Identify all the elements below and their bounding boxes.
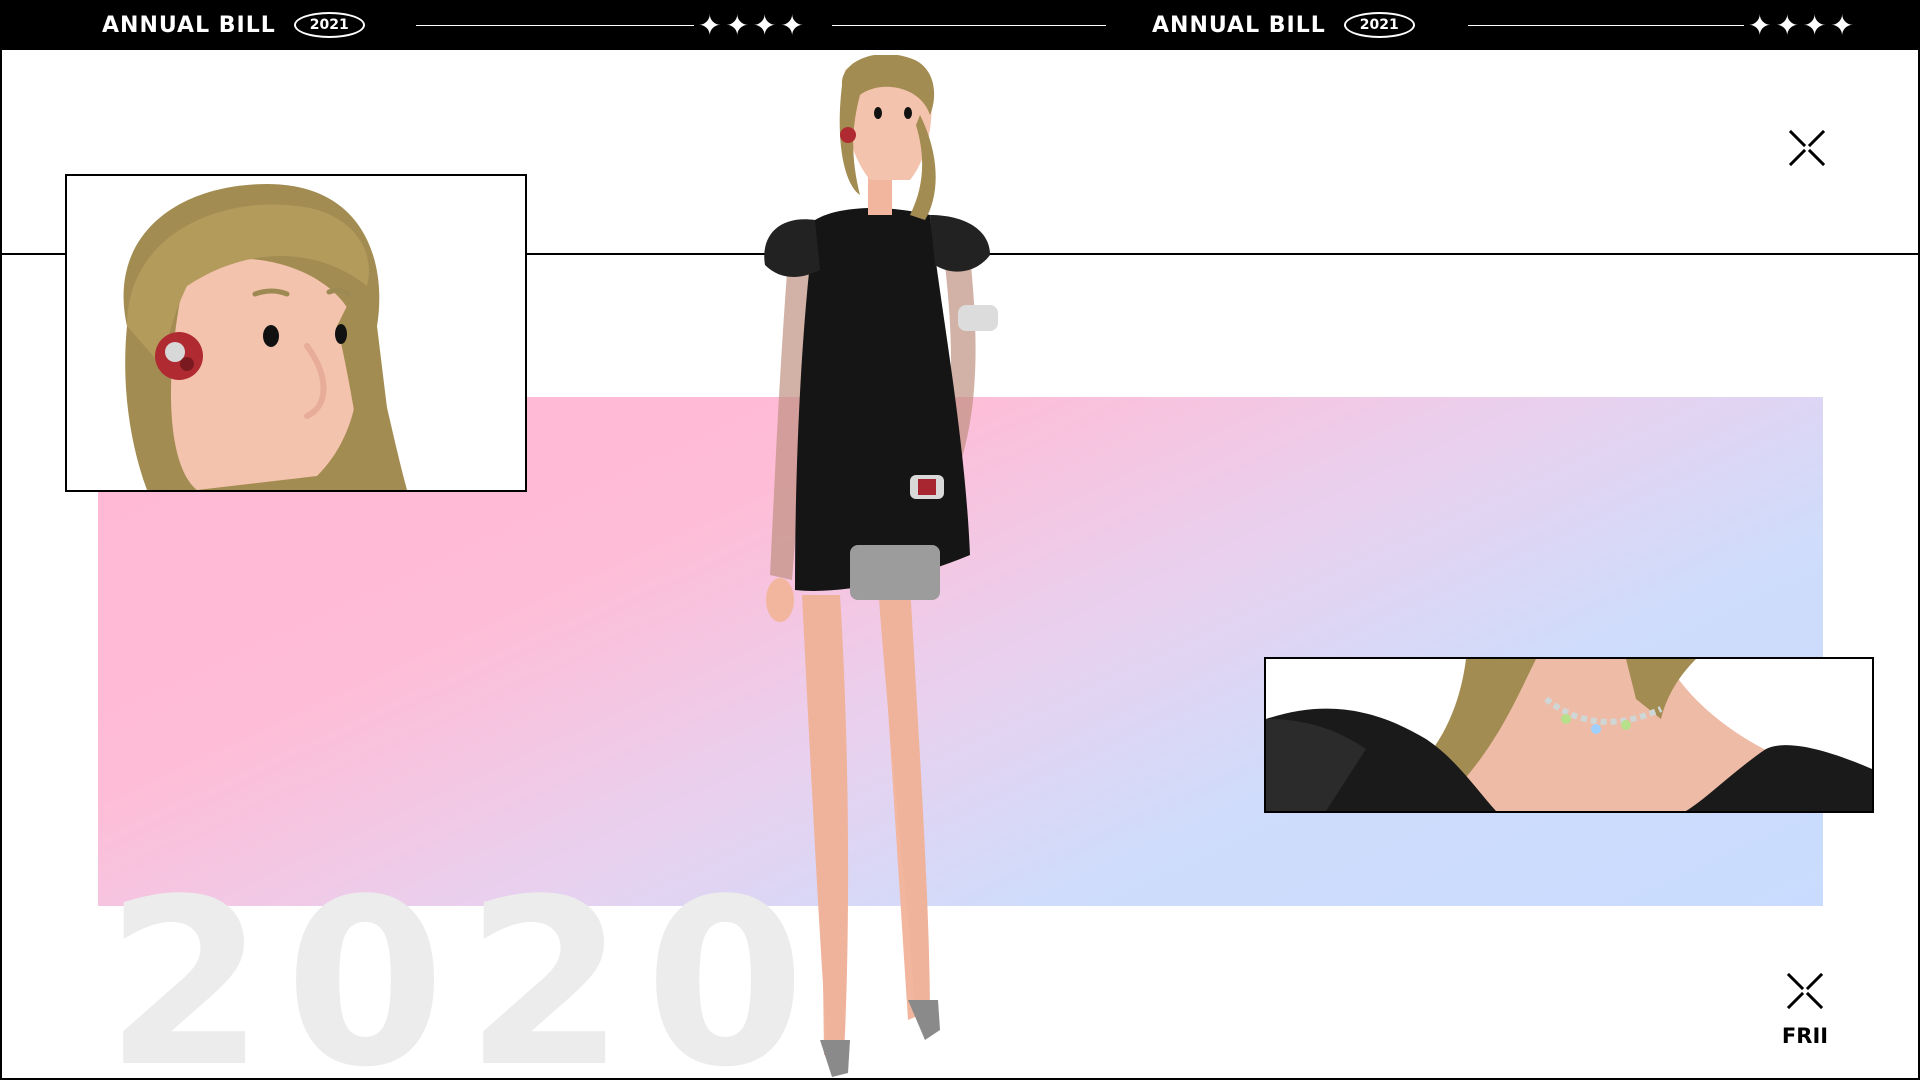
banner-divider	[416, 25, 694, 26]
banner-divider	[832, 25, 1106, 26]
annual-bill-poster: ANNUAL BILL 2021 ✦✦✦✦ ANNUAL BILL 2021 ✦…	[0, 0, 1920, 1080]
close-x-icon[interactable]	[1787, 973, 1823, 1009]
necklace-closeup-illustration	[1266, 659, 1872, 811]
close-x-icon[interactable]	[1789, 130, 1825, 166]
face-closeup-inset	[65, 174, 527, 492]
sparkle-stars-icon: ✦✦✦✦	[1748, 9, 1858, 41]
banner-title: ANNUAL BILL	[102, 12, 276, 38]
brand-label: FRII	[1781, 1024, 1829, 1048]
face-closeup-illustration	[123, 184, 407, 490]
banner-year-badge: 2021	[1343, 12, 1415, 38]
year-watermark: 2020	[105, 851, 826, 1080]
banner-title: ANNUAL BILL	[1152, 12, 1326, 38]
banner-group-left: ANNUAL BILL 2021	[102, 0, 365, 50]
top-banner: ANNUAL BILL 2021 ✦✦✦✦ ANNUAL BILL 2021 ✦…	[0, 0, 1920, 50]
banner-year-badge: 2021	[293, 12, 365, 38]
banner-divider	[1468, 25, 1744, 26]
banner-group-right: ANNUAL BILL 2021	[1152, 0, 1415, 50]
necklace-closeup-inset	[1264, 657, 1874, 813]
sparkle-stars-icon: ✦✦✦✦	[698, 9, 808, 41]
figure-illustration	[764, 55, 998, 1077]
